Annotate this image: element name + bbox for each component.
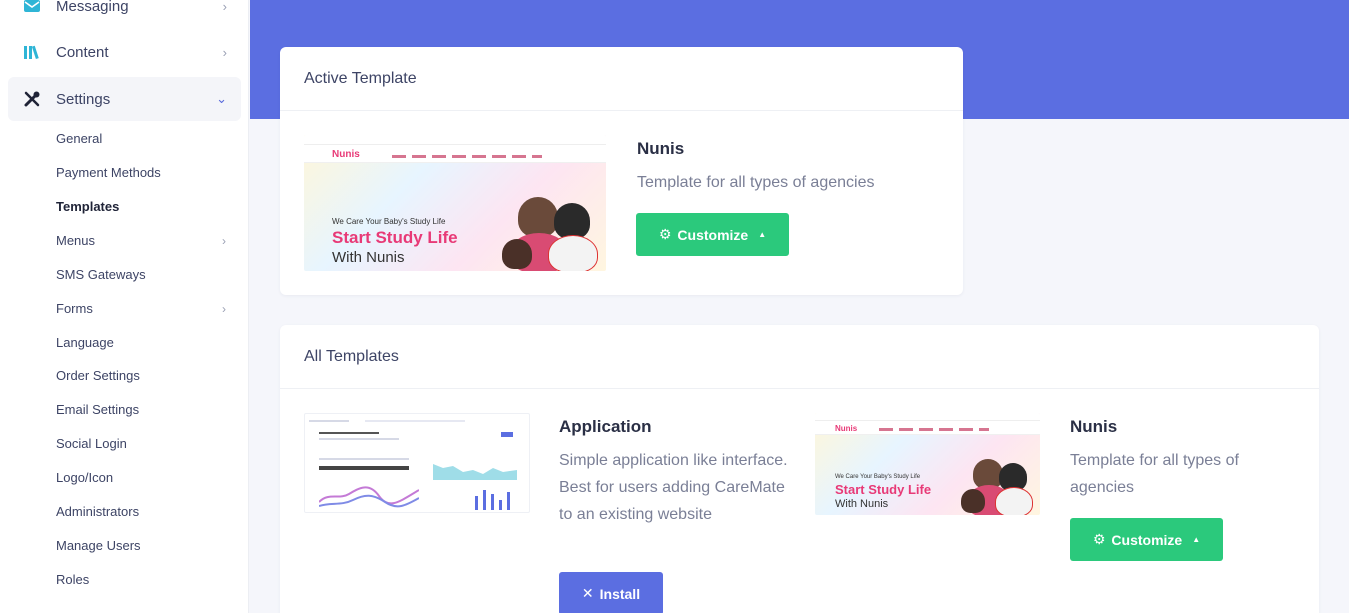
chevron-down-icon: ⌄: [216, 91, 227, 106]
chevron-right-icon: ›: [222, 44, 227, 60]
nav-item-settings[interactable]: Settings ⌄: [8, 77, 241, 121]
caret-up-icon: ▲: [1192, 535, 1201, 544]
sidebar-item-roles[interactable]: Roles: [56, 570, 232, 590]
caret-up-icon: ▲: [758, 230, 767, 239]
gears-icon: ⚙: [1092, 531, 1106, 547]
sidebar-item-templates[interactable]: Templates: [56, 197, 232, 217]
customize-label: Customize: [1111, 531, 1183, 548]
sidebar-item-order-settings[interactable]: Order Settings: [56, 366, 232, 386]
sub-label: General: [56, 131, 103, 146]
install-label: Install: [599, 585, 641, 602]
preview-headline: Start Study Life: [332, 228, 458, 247]
sub-label: Manage Users: [56, 538, 141, 553]
sub-label: Social Login: [56, 436, 127, 451]
sidebar-item-logo-icon[interactable]: Logo/Icon: [56, 468, 232, 488]
nav-item-content[interactable]: Content ›: [8, 30, 241, 74]
sidebar-item-forms[interactable]: Forms ›: [56, 299, 232, 319]
chevron-right-icon: ›: [222, 0, 227, 14]
sub-label: Menus: [56, 233, 96, 248]
sub-label: Payment Methods: [56, 165, 161, 180]
envelope-icon: [22, 0, 42, 16]
all-templates-card: All Templates Application Simple applica…: [280, 325, 1319, 613]
preview-logo: Nunis: [835, 424, 858, 433]
customize-label: Customize: [677, 226, 749, 243]
sidebar-item-general[interactable]: General: [56, 129, 232, 149]
template-preview-image: Nunis We Care Your Baby's Study Life Sta…: [815, 413, 1040, 515]
sidebar-item-manage-users[interactable]: Manage Users: [56, 536, 232, 556]
template-description: Template for all types of agencies: [637, 174, 875, 191]
sub-label: SMS Gateways: [56, 267, 146, 282]
sub-label: Templates: [56, 199, 120, 214]
tools-icon: [22, 89, 42, 109]
preview-tagline: We Care Your Baby's Study Life: [835, 474, 921, 480]
sidebar-item-language[interactable]: Language: [56, 333, 232, 353]
sidebar-item-sms-gateways[interactable]: SMS Gateways: [56, 265, 232, 285]
template-description: Simple application like interface. Best …: [559, 452, 788, 523]
chevron-right-icon: ›: [222, 234, 226, 248]
chevron-right-icon: ›: [222, 302, 226, 316]
sub-label: Logo/Icon: [56, 470, 114, 485]
preview-subline: With Nunis: [332, 249, 405, 266]
gears-icon: ⚙: [658, 226, 672, 242]
sub-label: Forms: [56, 301, 93, 316]
sub-label: Email Settings: [56, 402, 140, 417]
template-name: Nunis: [1070, 417, 1118, 436]
sidebar: Messaging › Content › Settings ⌄ General…: [0, 0, 249, 613]
template-preview-image: Nunis We Care Your Baby's Study Life Sta…: [304, 135, 606, 271]
customize-button[interactable]: ⚙ Customize ▲: [636, 213, 789, 256]
sidebar-item-email-settings[interactable]: Email Settings: [56, 400, 232, 420]
template-name: Application: [559, 417, 652, 436]
customize-button[interactable]: ⚙ Customize ▲: [1070, 518, 1223, 561]
preview-subline: With Nunis: [835, 498, 889, 510]
application-preview-image: [304, 413, 530, 513]
books-icon: [22, 42, 42, 62]
nav-label: Content: [56, 43, 109, 61]
sidebar-item-social-login[interactable]: Social Login: [56, 434, 232, 454]
card-title: Active Template: [280, 47, 963, 111]
preview-headline: Start Study Life: [835, 482, 932, 497]
template-name: Nunis: [637, 139, 685, 158]
sidebar-item-payment-methods[interactable]: Payment Methods: [56, 163, 232, 183]
card-title: All Templates: [280, 325, 1319, 389]
install-button[interactable]: ✕ Install: [559, 572, 663, 613]
active-template-card: Active Template Nunis We Care Your Baby'…: [280, 47, 963, 295]
sub-label: Language: [56, 335, 114, 350]
sub-label: Order Settings: [56, 368, 140, 383]
sub-label: Administrators: [56, 504, 140, 519]
sub-label: Roles: [56, 572, 90, 587]
nav-item-messaging[interactable]: Messaging ›: [8, 0, 241, 28]
sidebar-item-menus[interactable]: Menus ›: [56, 231, 232, 251]
sidebar-item-administrators[interactable]: Administrators: [56, 502, 232, 522]
template-description: Template for all types of agencies: [1070, 452, 1239, 496]
tools-icon: ✕: [581, 585, 594, 601]
preview-tagline: We Care Your Baby's Study Life: [332, 217, 446, 226]
nav-label: Messaging: [56, 0, 129, 15]
nav-label: Settings: [56, 90, 111, 108]
preview-logo: Nunis: [332, 149, 360, 160]
